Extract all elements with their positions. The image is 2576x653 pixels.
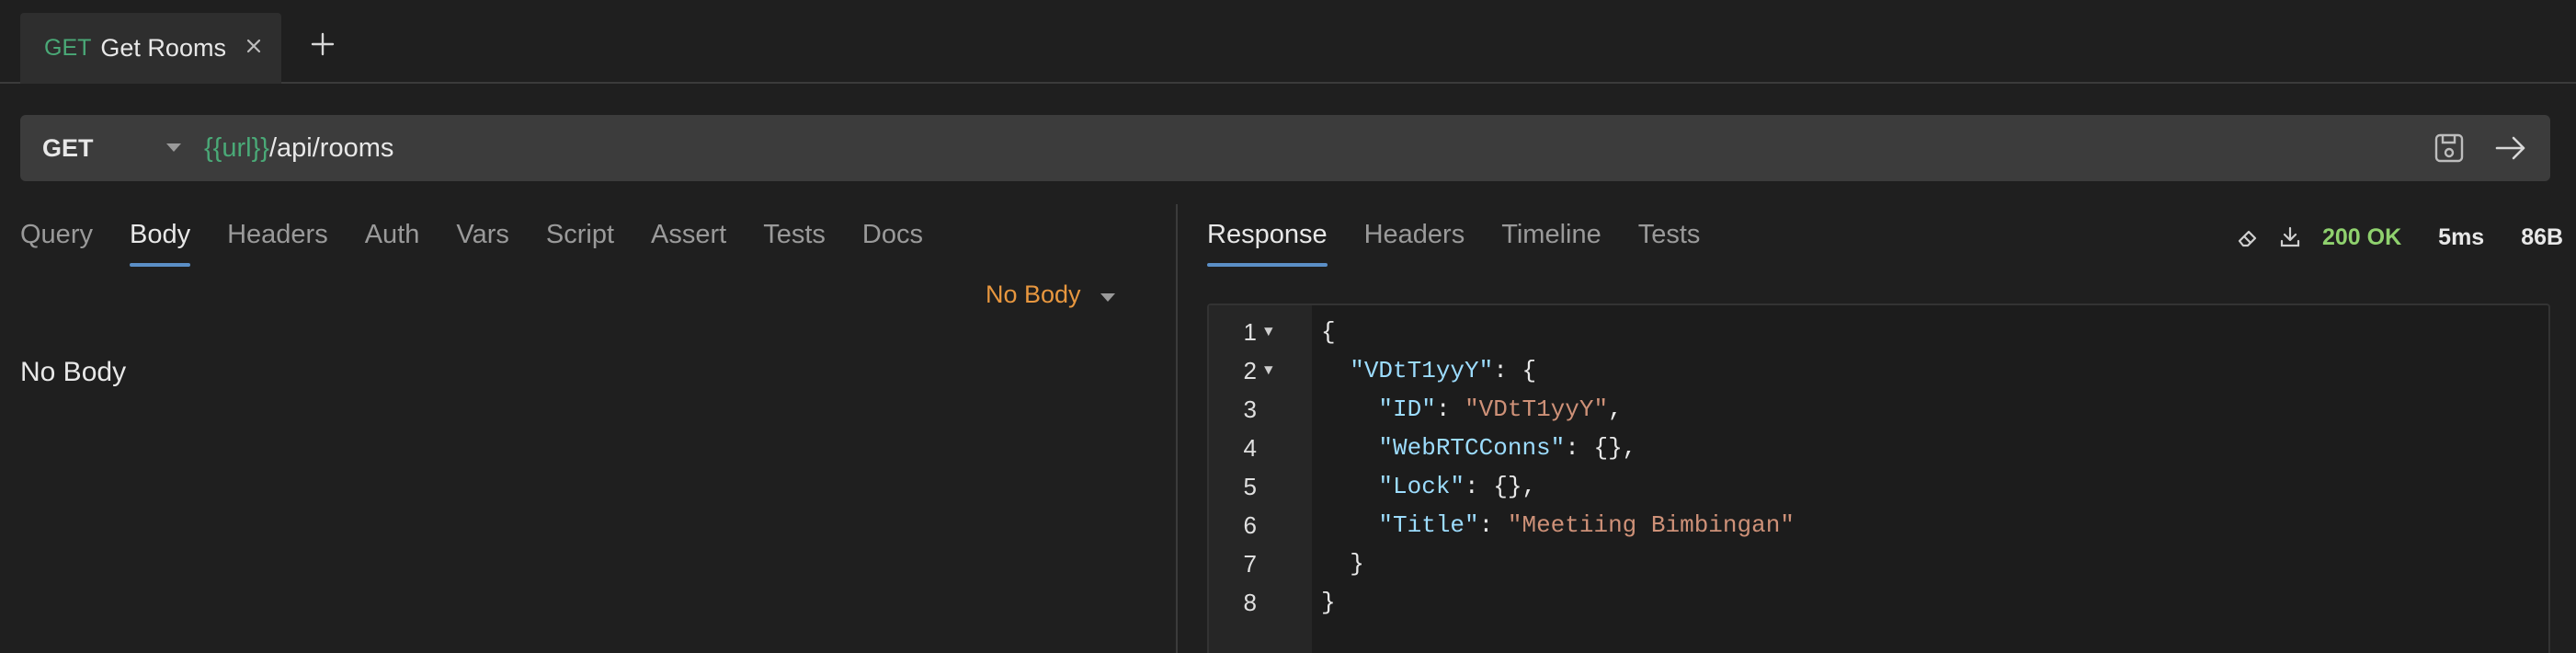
line-number: 7 xyxy=(1243,550,1257,578)
tab-tests[interactable]: Tests xyxy=(763,212,826,267)
url-path: /api/rooms xyxy=(268,133,394,163)
code-line: 2 ▼ "VDtT1yyY": { xyxy=(1209,351,2550,390)
tab-headers[interactable]: Headers xyxy=(227,212,328,267)
body-mode-dropdown[interactable]: No Body xyxy=(986,276,1116,313)
tab-timeline[interactable]: Timeline xyxy=(1501,212,1601,267)
code-text: "ID": "VDtT1yyY", xyxy=(1378,395,1623,423)
line-number: 2 xyxy=(1243,357,1257,384)
tab-response[interactable]: Response xyxy=(1207,212,1328,267)
tab-docs[interactable]: Docs xyxy=(862,212,923,267)
tab-method: GET xyxy=(44,35,92,61)
url-variable: {{url}} xyxy=(204,133,269,163)
tab-script[interactable]: Script xyxy=(546,212,614,267)
tab-auth[interactable]: Auth xyxy=(365,212,420,267)
code-text: { xyxy=(1321,318,1336,346)
response-time: 5ms xyxy=(2438,223,2485,250)
tab-response-headers[interactable]: Headers xyxy=(1364,212,1465,267)
body-mode-label: No Body xyxy=(986,280,1081,308)
request-tab-get-rooms[interactable]: GET Get Rooms xyxy=(20,13,281,84)
caret-down-icon[interactable] xyxy=(165,141,182,157)
tab-response-tests[interactable]: Tests xyxy=(1638,212,1701,267)
response-tabs: Response Headers Timeline Tests xyxy=(1207,212,1737,267)
tab-vars[interactable]: Vars xyxy=(456,212,508,267)
close-icon[interactable] xyxy=(239,31,268,61)
line-number: 8 xyxy=(1243,589,1257,616)
fold-toggle-icon[interactable]: ▼ xyxy=(1264,351,1282,390)
line-number: 5 xyxy=(1243,473,1257,500)
code-text: "Title": "Meetiing Bimbingan" xyxy=(1378,511,1795,539)
line-number: 4 xyxy=(1243,434,1257,462)
tab-query[interactable]: Query xyxy=(20,212,93,267)
code-text: "VDtT1yyY": { xyxy=(1350,357,1537,384)
code-line: 5 "Lock": {}, xyxy=(1209,467,2550,506)
code-line: 8} xyxy=(1209,583,2550,622)
plus-icon[interactable] xyxy=(306,28,339,61)
save-icon[interactable] xyxy=(2433,132,2466,165)
pane-divider[interactable] xyxy=(1176,204,1178,653)
tab-bar: GET Get Rooms xyxy=(0,0,2576,84)
fold-toggle-icon[interactable]: ▼ xyxy=(1264,313,1282,351)
tab-title: Get Rooms xyxy=(100,34,226,62)
code-text: } xyxy=(1321,589,1336,616)
code-line: 7 } xyxy=(1209,544,2550,583)
tab-body[interactable]: Body xyxy=(129,212,191,267)
line-number: 3 xyxy=(1243,395,1257,423)
code-line: 3 "ID": "VDtT1yyY", xyxy=(1209,390,2550,429)
response-body-viewer[interactable]: 1 ▼{2 ▼ "VDtT1yyY": {3 "ID": "VDtT1yyY", 4 … xyxy=(1207,304,2550,653)
caret-down-icon xyxy=(1100,281,1116,309)
code-text: } xyxy=(1321,550,1364,578)
response-meta: 200 OK 5ms 86B xyxy=(2234,219,2563,256)
code-line: 1 ▼ { xyxy=(1209,313,2550,351)
url-input[interactable]: {{url}}/api/rooms xyxy=(204,115,393,181)
body-empty-message: No Body xyxy=(20,357,127,387)
code-line: 4 "WebRTCConns": {}, xyxy=(1209,429,2550,467)
response-size: 86B xyxy=(2521,223,2564,250)
arrow-right-icon[interactable] xyxy=(2493,132,2528,165)
request-tabs: Query Body Headers Auth Vars Script Asse… xyxy=(20,212,960,267)
code-text: "WebRTCConns": {}, xyxy=(1378,434,1637,462)
eraser-icon[interactable] xyxy=(2234,223,2262,251)
download-icon[interactable] xyxy=(2276,223,2304,251)
tab-assert[interactable]: Assert xyxy=(651,212,726,267)
url-bar: GET {{url}}/api/rooms xyxy=(20,115,2550,181)
code-line: 6 "Title": "Meetiing Bimbingan" xyxy=(1209,506,2550,544)
code-text: "Lock": {}, xyxy=(1378,473,1537,500)
line-number: 6 xyxy=(1243,511,1257,539)
line-number: 1 xyxy=(1243,318,1257,346)
method-select[interactable]: GET xyxy=(42,115,94,181)
status-badge: 200 OK xyxy=(2322,223,2402,250)
